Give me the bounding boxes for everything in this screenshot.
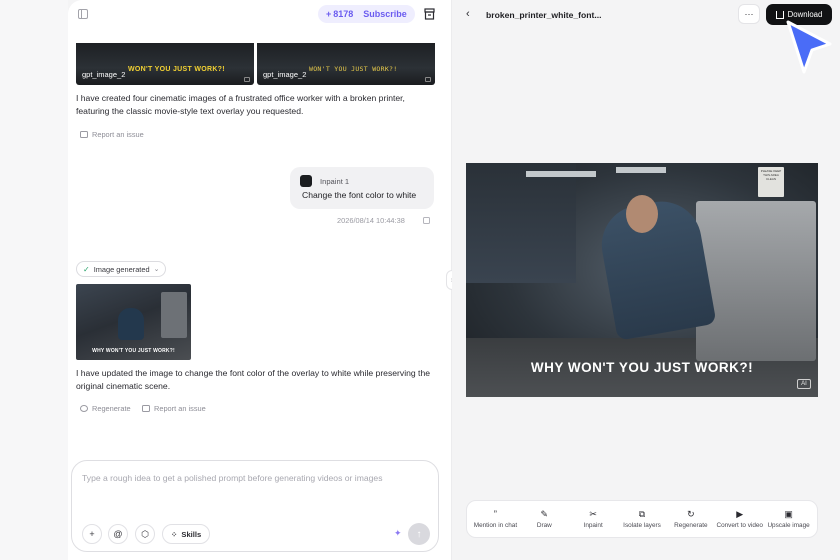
- check-icon: ✓: [83, 264, 90, 274]
- thumbnail-caption: WON'T YOU JUST WORK?!: [128, 66, 225, 73]
- package-icon[interactable]: [424, 8, 435, 20]
- chat-panel: +8178 Subscribe WON'T YOU JUST WORK?! gp…: [68, 0, 452, 560]
- send-button[interactable]: ↑: [408, 523, 430, 545]
- thumbnail-image[interactable]: WON'T YOU JUST WORK?! gpt_image_2: [76, 43, 254, 85]
- regenerate-tool-button[interactable]: ↻ Regenerate: [666, 501, 715, 537]
- grid-icon: ⁘: [171, 529, 178, 539]
- ai-mark-icon: [244, 77, 250, 82]
- add-attachment-button[interactable]: +: [82, 524, 102, 544]
- chevron-down-icon: ⌄: [153, 266, 160, 273]
- sparkle-icon[interactable]: ✦: [394, 528, 402, 539]
- mention-in-chat-button[interactable]: ” Mention in chat: [471, 501, 520, 537]
- credits-count: +8178: [326, 9, 354, 19]
- sidebar-toggle-icon[interactable]: [78, 9, 88, 19]
- assistant-message: I have updated the image to change the f…: [76, 368, 430, 391]
- mention-button[interactable]: @: [108, 524, 128, 544]
- reference-thumbnail[interactable]: [300, 175, 312, 187]
- user-message-text: Change the font color to white: [302, 190, 417, 200]
- cursor-pointer-icon: [786, 20, 832, 74]
- thumbnail-model-tag: gpt_image_2: [263, 70, 307, 79]
- report-issue-button[interactable]: Report an issue: [80, 130, 144, 139]
- image-generated-chip[interactable]: ✓ Image generated ⌄: [76, 261, 167, 277]
- image-viewer: ‹ broken_printer_white_font... ··· Downl…: [452, 0, 840, 560]
- thumbnail-caption: WON'T YOU JUST WORK?!: [309, 65, 398, 73]
- user-message-bubble: Inpaint 1 Change the font color to white: [290, 167, 434, 209]
- model-select-button[interactable]: ⬡: [135, 524, 155, 544]
- refresh-icon: ↻: [687, 509, 695, 519]
- more-options-button[interactable]: ···: [738, 4, 760, 24]
- image-caption: WHY WON'T YOU JUST WORK?!: [530, 360, 754, 375]
- credits-pill[interactable]: +8178 Subscribe: [318, 5, 415, 23]
- generated-image-thumbnail[interactable]: WHY WON'T YOU JUST WORK?!: [76, 284, 191, 360]
- image-tools-toolbar: ” Mention in chat ✎ Draw ✂ Inpaint ⧉ Iso…: [466, 500, 818, 538]
- flag-icon: [80, 131, 88, 138]
- video-icon: ▶: [736, 509, 744, 519]
- subscribe-button[interactable]: Subscribe: [363, 9, 407, 19]
- main-image[interactable]: PLEASE KEEP THIS AREA CLEAN WHY WON'T YO…: [466, 163, 818, 397]
- brush-icon: ✎: [540, 509, 549, 519]
- left-gutter: [0, 0, 68, 560]
- inpaint-button[interactable]: ✂ Inpaint: [569, 501, 618, 537]
- prompt-input[interactable]: Type a rough idea to get a polished prom…: [82, 473, 383, 483]
- scissors-icon: ✂: [589, 509, 597, 519]
- isolate-layers-button[interactable]: ⧉ Isolate layers: [618, 501, 667, 537]
- layers-icon: ⧉: [638, 509, 646, 519]
- regenerate-button[interactable]: Regenerate: [80, 404, 131, 413]
- message-timestamp: 2026/08/14 10:44:38: [337, 216, 405, 225]
- wall-sign: PLEASE KEEP THIS AREA CLEAN: [758, 167, 784, 197]
- quote-icon: ”: [493, 509, 497, 519]
- flag-icon: [142, 405, 150, 412]
- upscale-image-button[interactable]: ▣ Upscale image: [764, 501, 813, 537]
- reference-label: Inpaint 1: [320, 177, 350, 186]
- copy-icon[interactable]: [423, 217, 430, 224]
- back-icon[interactable]: ‹: [466, 8, 470, 20]
- prompt-composer[interactable]: Type a rough idea to get a polished prom…: [71, 460, 439, 552]
- convert-to-video-button[interactable]: ▶ Convert to video: [715, 501, 764, 537]
- thumbnail-caption: WHY WON'T YOU JUST WORK?!: [92, 348, 175, 354]
- previous-thumbnails: WON'T YOU JUST WORK?! gpt_image_2 WON'T …: [76, 43, 435, 85]
- thumbnail-model-tag: gpt_image_2: [82, 70, 126, 79]
- ai-mark-icon: [425, 77, 431, 82]
- skills-button[interactable]: ⁘ Skills: [162, 524, 211, 544]
- thumbnail-image[interactable]: WON'T YOU JUST WORK?! gpt_image_2: [257, 43, 435, 85]
- chat-header: +8178 Subscribe: [68, 0, 451, 30]
- assistant-message: I have created four cinematic images of …: [76, 93, 405, 116]
- draw-button[interactable]: ✎ Draw: [520, 501, 569, 537]
- ai-badge: AI: [797, 379, 811, 389]
- report-issue-button[interactable]: Report an issue: [142, 404, 206, 413]
- file-name: broken_printer_white_font...: [486, 10, 602, 20]
- hd-icon: ▣: [784, 509, 793, 519]
- refresh-icon: [80, 405, 88, 412]
